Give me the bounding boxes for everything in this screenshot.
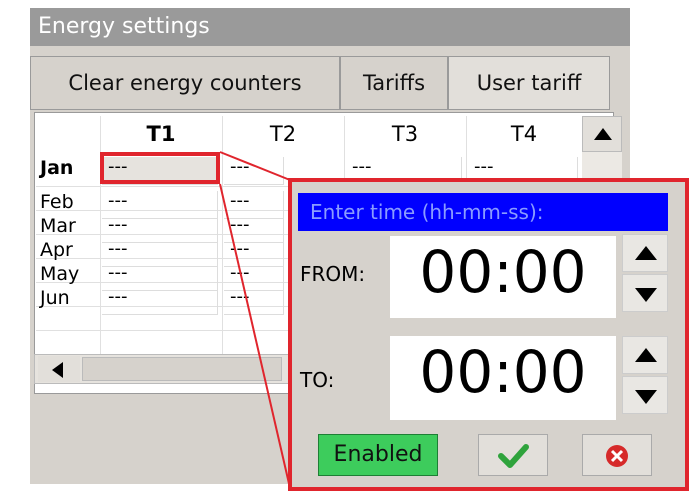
from-increment-icon[interactable] <box>622 234 668 272</box>
to-label: TO: <box>300 368 335 392</box>
enabled-toggle-button[interactable]: Enabled <box>318 434 438 476</box>
selected-cell-highlight <box>100 152 220 184</box>
dialog-title: Enter time (hh-mm-ss): <box>298 193 668 231</box>
from-label: FROM: <box>300 262 366 286</box>
cancel-button[interactable] <box>582 434 652 476</box>
to-time-input[interactable]: 00:00 <box>390 336 616 420</box>
from-decrement-icon[interactable] <box>622 274 668 312</box>
to-increment-icon[interactable] <box>622 336 668 374</box>
confirm-button[interactable] <box>478 434 548 476</box>
checkmark-icon <box>498 444 529 468</box>
to-decrement-icon[interactable] <box>622 376 668 414</box>
from-time-input[interactable]: 00:00 <box>390 236 616 318</box>
cancel-icon <box>606 445 628 467</box>
